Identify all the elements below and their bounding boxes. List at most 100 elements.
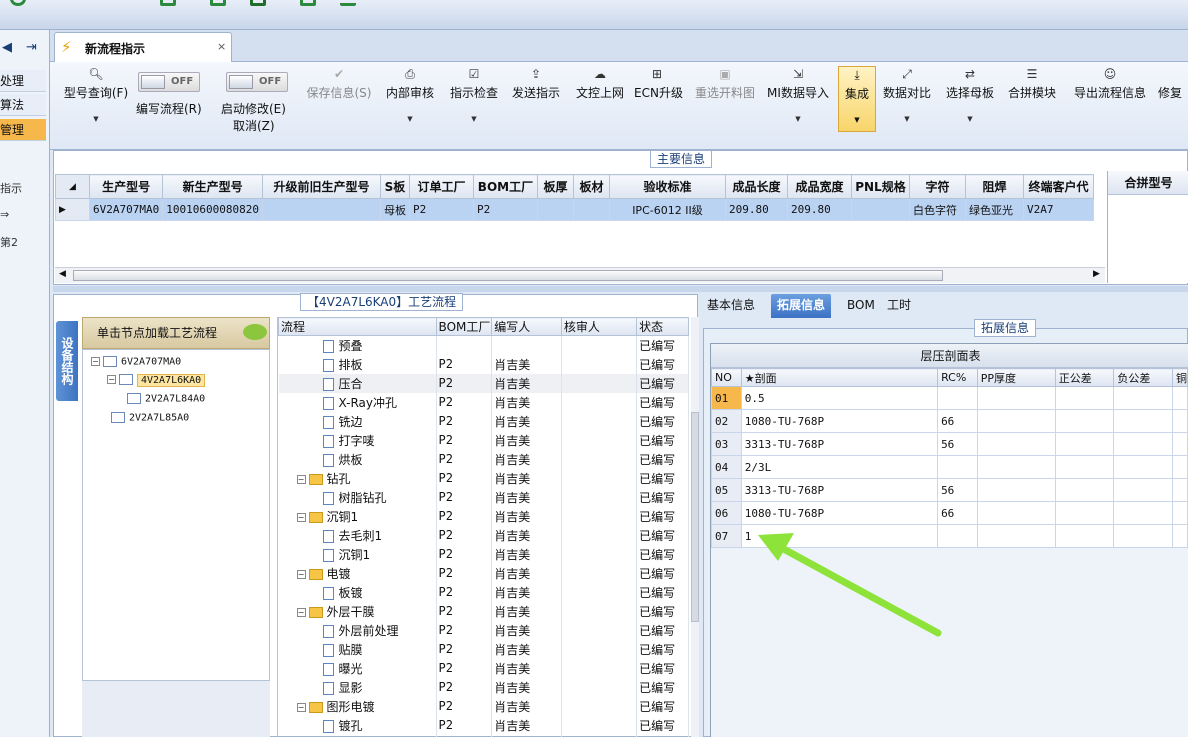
device-structure-tab[interactable]: 设备结构 (56, 321, 78, 401)
grid-icon[interactable] (250, 0, 266, 6)
table-row[interactable]: 树脂钻孔 P2 肖吉美 已编写 (278, 487, 689, 507)
col-header[interactable]: ★剖面 (740, 368, 939, 387)
ecn-upgrade-button[interactable]: ⊞ ECN升级 (634, 66, 683, 101)
reselect-image-button[interactable]: ▣ 重选开料图 (692, 66, 758, 101)
merge-module-button[interactable]: ☰ 合拼模块 (1006, 66, 1058, 101)
col-header[interactable]: 正公差 (1054, 368, 1115, 387)
table-row[interactable]: − 钻孔 P2 肖吉美 已编写 (278, 468, 689, 488)
tab-work-hours[interactable]: 工时 (881, 294, 917, 318)
scroll-thumb[interactable] (73, 270, 943, 281)
col-header[interactable]: 成品宽度 (786, 174, 852, 199)
table-row[interactable]: 05 3313-TU-768P 56 (711, 478, 1188, 502)
table-row[interactable]: 压合 P2 肖吉美 已编写 (278, 373, 689, 393)
table-row[interactable]: 曝光 P2 肖吉美 已编写 (278, 658, 689, 678)
table-row[interactable]: 去毛刺1 P2 肖吉美 已编写 (278, 525, 689, 545)
table-row[interactable]: 贴膜 P2 肖吉美 已编写 (278, 639, 689, 659)
col-header[interactable]: BOM工厂 (472, 174, 538, 199)
col-header[interactable]: 新生产型号 (162, 174, 263, 199)
start-modify-toggle[interactable]: OFF (226, 72, 288, 92)
login-icon[interactable]: ⇥ (26, 40, 37, 55)
back-icon[interactable]: ◀ (2, 40, 12, 55)
print-icon[interactable] (300, 0, 316, 6)
table-row[interactable]: 04 2/3L (711, 455, 1188, 479)
scroll-left-icon[interactable]: ◀ (59, 269, 66, 279)
nav-item-manage[interactable]: 管理 (0, 119, 46, 141)
table-row[interactable]: − 沉铜1 P2 肖吉美 已编写 (278, 506, 689, 526)
col-header[interactable]: 终端客户代 (1022, 174, 1094, 199)
col-header[interactable]: 核审人 (560, 317, 638, 336)
underline-icon[interactable] (340, 0, 356, 6)
data-compare-button[interactable]: ⤢ 数据对比 ▼ (882, 66, 932, 123)
col-header[interactable]: 编写人 (491, 317, 562, 336)
table-row[interactable]: 预叠 已编写 (278, 335, 689, 355)
vertical-scrollbar[interactable] (691, 317, 699, 737)
table-row[interactable]: ▶ 6V2A707MA0 10010600080820 母板 P2 P2 IPC… (55, 198, 1094, 221)
tree-node[interactable]: 2V2A7L85A0 (111, 412, 189, 424)
table-row[interactable]: − 电镀 P2 肖吉美 已编写 (278, 563, 689, 583)
model-query-button[interactable]: 🔍︎ 型号查询(F) ▼ (58, 66, 134, 123)
horizontal-splitter[interactable] (53, 286, 1188, 292)
nav-item-algorithm[interactable]: 算法 (0, 94, 46, 116)
col-header[interactable]: 负公差 (1113, 368, 1173, 387)
scroll-right-icon[interactable]: ▶ (1093, 269, 1100, 279)
internal-review-button[interactable]: ⎙ 内部审核 ▼ (384, 66, 436, 123)
table-row[interactable]: 打字唛 P2 肖吉美 已编写 (278, 430, 689, 450)
tab-bom[interactable]: BOM (841, 294, 881, 318)
col-header[interactable]: 成品长度 (724, 174, 788, 199)
col-header[interactable]: RC% (937, 368, 978, 387)
table-row[interactable]: 外层前处理 P2 肖吉美 已编写 (278, 620, 689, 640)
collapse-icon[interactable]: − (91, 357, 100, 366)
table-row[interactable]: 01 0.5 (711, 386, 1188, 410)
tab-basic-info[interactable]: 基本信息 (701, 294, 761, 318)
table-row[interactable]: 排板 P2 肖吉美 已编写 (278, 354, 689, 374)
table-row[interactable]: − 外层干膜 P2 肖吉美 已编写 (278, 601, 689, 621)
nav-sub-arrow[interactable]: ⇒ (0, 208, 9, 221)
col-header[interactable]: 字符 (908, 174, 966, 199)
col-header[interactable]: PNL规格 (850, 174, 910, 199)
refresh-icon[interactable] (10, 0, 26, 6)
table-row[interactable]: X-Ray冲孔 P2 肖吉美 已编写 (278, 392, 689, 412)
table-row[interactable]: − 图形电镀 P2 肖吉美 已编写 (278, 696, 689, 716)
upload-doc-button[interactable]: ☁ 文控上网 (574, 66, 626, 101)
col-header[interactable]: PP厚度 (976, 368, 1056, 387)
table-row[interactable]: 铣边 P2 肖吉美 已编写 (278, 411, 689, 431)
col-header[interactable]: NO (711, 368, 742, 387)
save-icon[interactable] (160, 0, 176, 6)
tree-node[interactable]: −6V2A707MA0 (91, 356, 181, 368)
save-info-button[interactable]: ✔ 保存信息(S) (304, 66, 374, 101)
tab-extended-info[interactable]: 拓展信息 (771, 294, 832, 318)
table-row[interactable]: 烘板 P2 肖吉美 已编写 (278, 449, 689, 469)
tab-new-flow-instruction[interactable]: ⚡ 新流程指示 × (54, 32, 232, 62)
repair-button[interactable]: 修复 (1158, 66, 1188, 101)
col-header[interactable]: 升级前旧生产型号 (261, 174, 381, 199)
col-header[interactable]: 流程 (278, 317, 437, 336)
collapse-icon[interactable]: − (296, 474, 306, 484)
table-row[interactable]: 06 1080-TU-768P 66 (711, 501, 1188, 525)
col-header[interactable]: 板厚 (536, 174, 574, 199)
collapse-icon[interactable]: − (107, 375, 116, 384)
table-row[interactable]: 显影 P2 肖吉美 已编写 (278, 677, 689, 697)
col-header[interactable]: S板 (379, 174, 410, 199)
scroll-thumb[interactable] (691, 412, 699, 622)
col-header[interactable]: 板材 (572, 174, 610, 199)
table-row[interactable]: 沉铜1 P2 肖吉美 已编写 (278, 544, 689, 564)
collapse-icon[interactable]: − (296, 607, 306, 617)
integrate-button[interactable]: ⤓ 集成 ▼ (838, 66, 876, 132)
collapse-icon[interactable]: − (296, 569, 306, 579)
nav-sub-instruction[interactable]: 指示 (0, 180, 22, 196)
nav-item-process[interactable]: 处理 (0, 70, 46, 92)
tree-node-selected[interactable]: −4V2A7L6KA0 (107, 373, 206, 387)
collapse-icon[interactable]: − (296, 512, 306, 522)
horizontal-scrollbar[interactable]: ◀ ▶ (55, 267, 1105, 283)
cancel-button[interactable]: 取消(Z) (233, 117, 275, 134)
tree-node[interactable]: 2V2A7L84A0 (127, 393, 205, 405)
close-icon[interactable]: × (217, 40, 226, 53)
col-header[interactable]: BOM工厂 (435, 317, 493, 336)
folder-icon[interactable] (210, 0, 226, 6)
table-row[interactable]: 镀孔 P2 肖吉美 已编写 (278, 715, 689, 735)
table-row[interactable]: 02 1080-TU-768P 66 (711, 409, 1188, 433)
nav-sub-2[interactable]: 第2 (0, 234, 18, 250)
collapse-icon[interactable]: − (296, 702, 306, 712)
write-flow-toggle[interactable]: OFF (138, 72, 200, 92)
col-header[interactable]: 订单工厂 (408, 174, 474, 199)
